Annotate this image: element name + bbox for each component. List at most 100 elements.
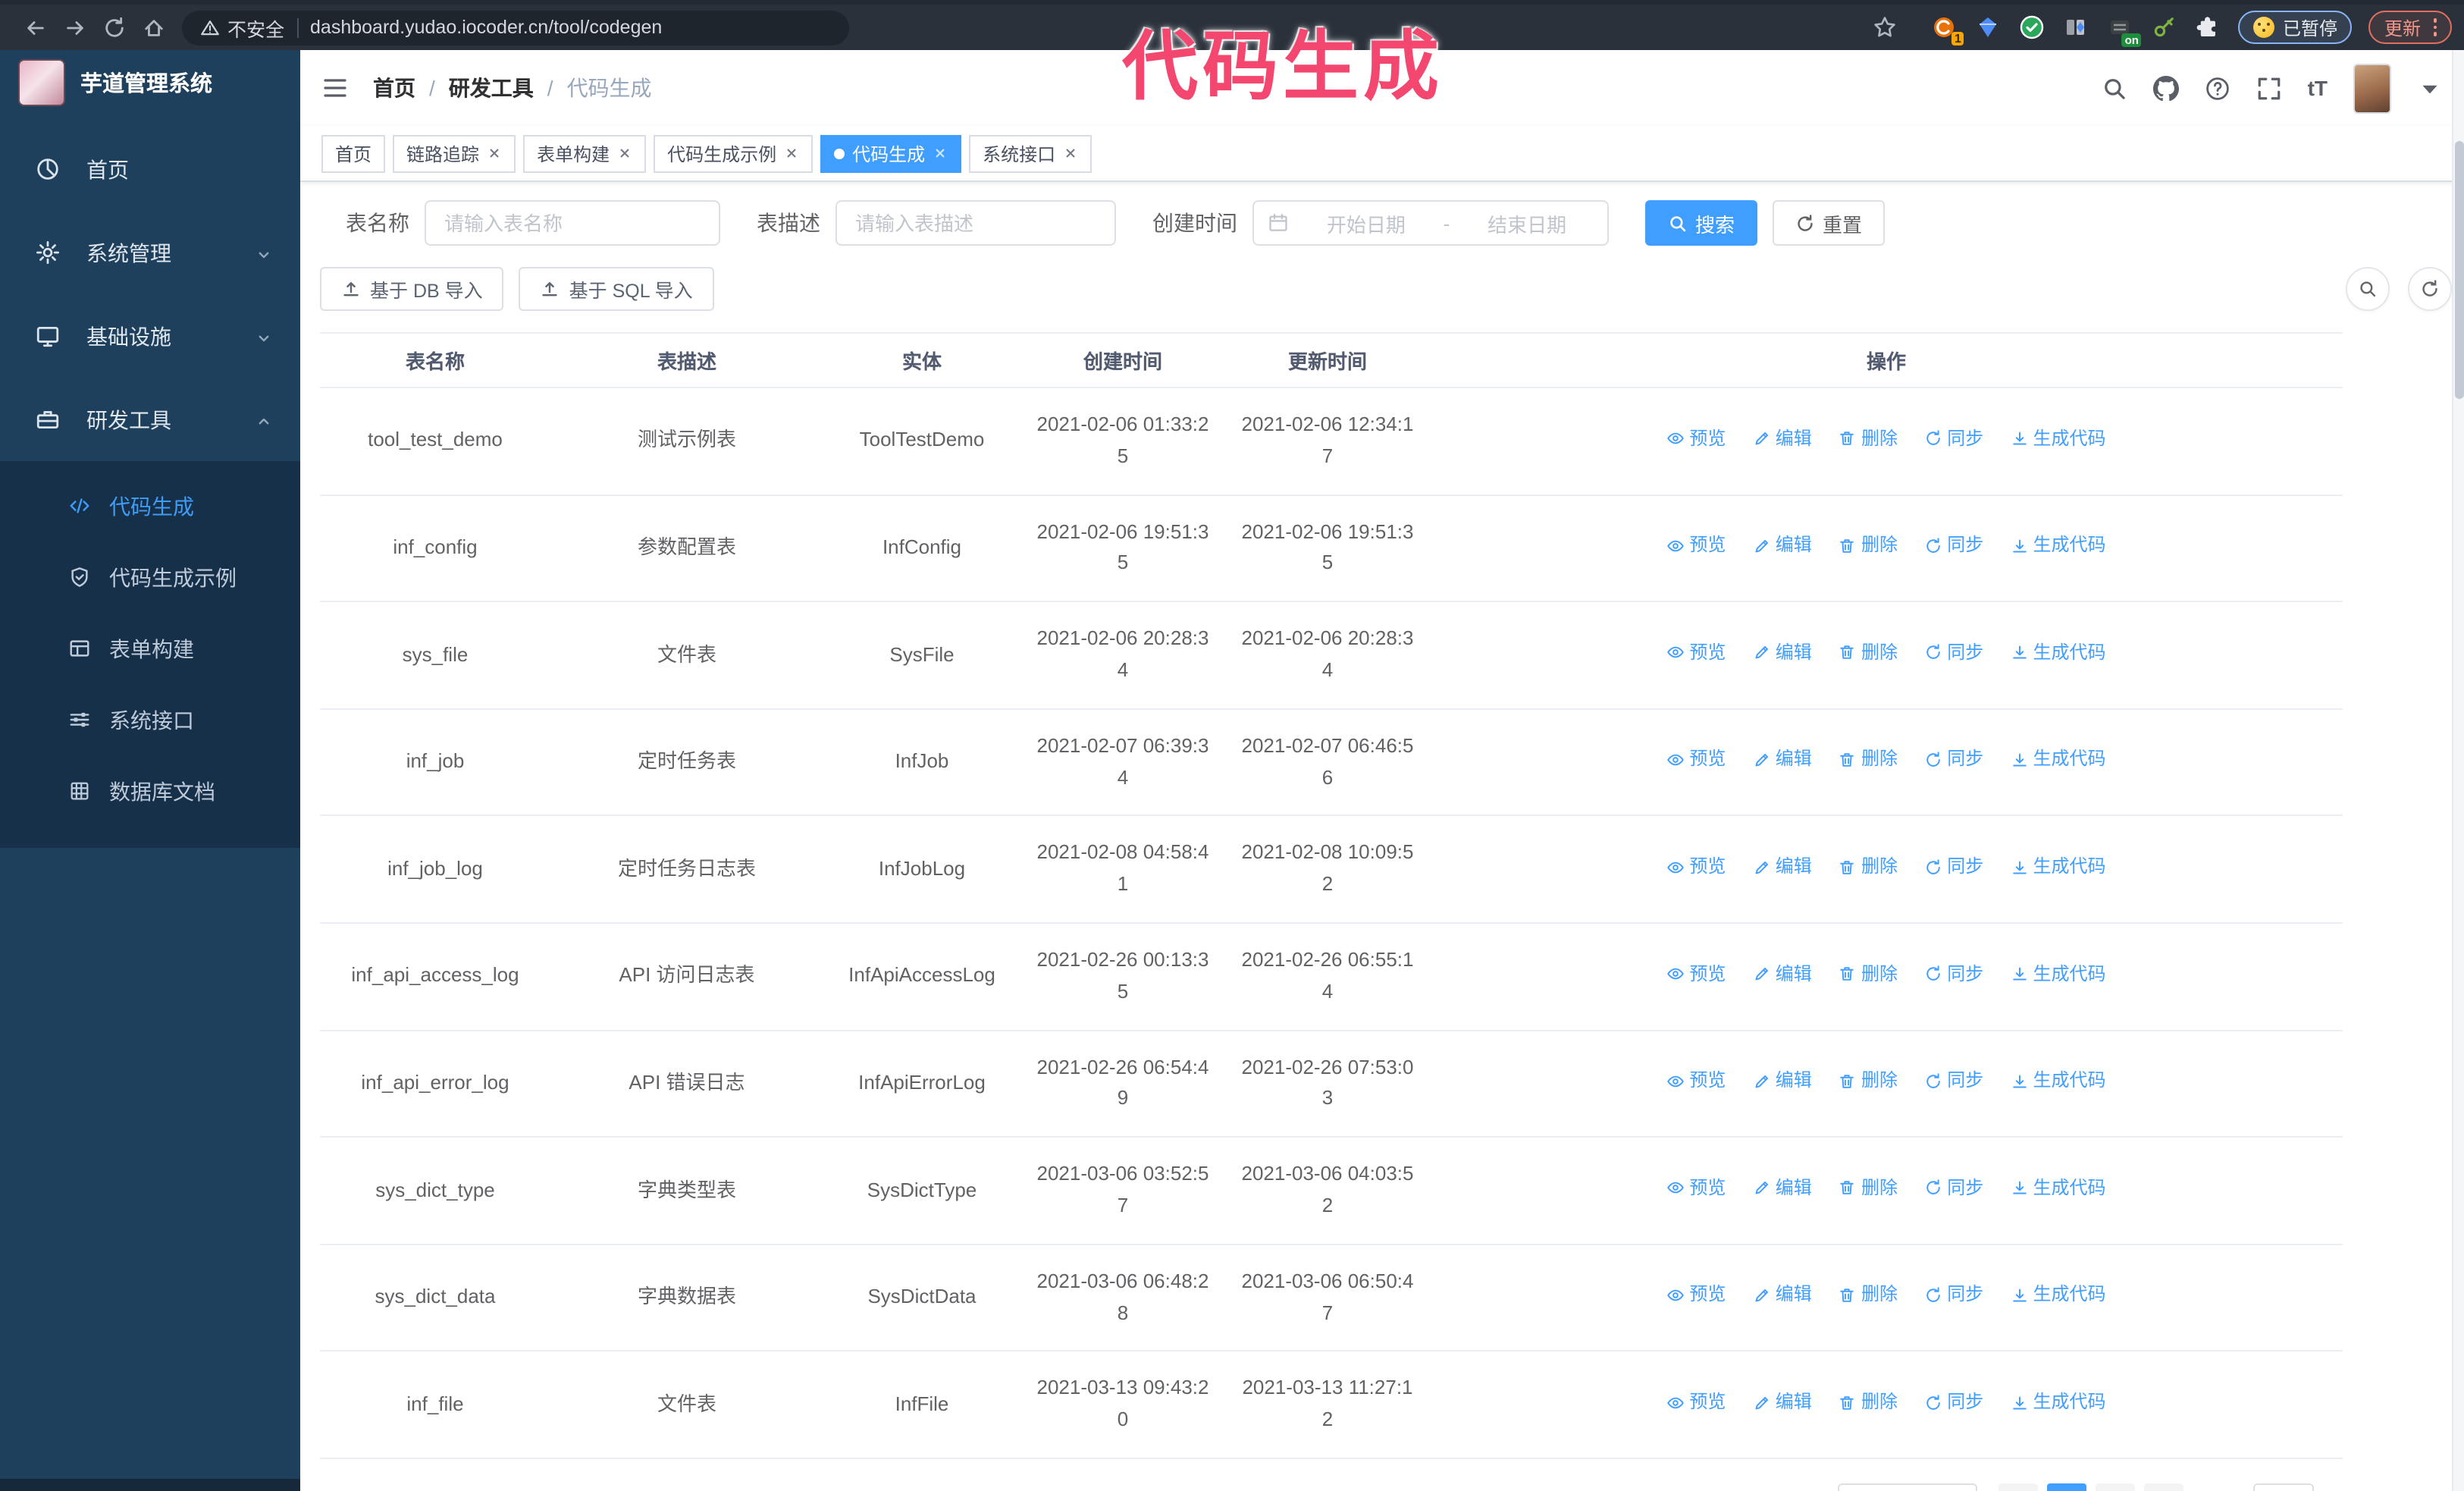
- edit-link[interactable]: 编辑: [1753, 1066, 1812, 1095]
- delete-link[interactable]: 删除: [1839, 639, 1898, 667]
- tag-tab[interactable]: 表单构建: [523, 134, 647, 172]
- edit-link[interactable]: 编辑: [1753, 424, 1812, 453]
- url-text[interactable]: dashboard.yudao.iocoder.cn/tool/codegen: [310, 17, 662, 38]
- sidebar-submenu-item[interactable]: 代码生成: [0, 470, 300, 541]
- bookmark-star-icon[interactable]: [1872, 14, 1899, 41]
- generate-code-link[interactable]: 生成代码: [2011, 424, 2106, 453]
- profile-paused-pill[interactable]: 已暂停: [2238, 11, 2353, 44]
- sidebar-submenu-item[interactable]: 表单构建: [0, 613, 300, 684]
- sidebar-menu-item[interactable]: 首页: [0, 127, 300, 211]
- tab-close-icon[interactable]: [1063, 146, 1078, 161]
- edit-link[interactable]: 编辑: [1753, 1388, 1812, 1417]
- generate-code-link[interactable]: 生成代码: [2011, 1281, 2106, 1310]
- sync-link[interactable]: 同步: [1924, 1066, 1983, 1095]
- delete-link[interactable]: 删除: [1839, 852, 1898, 881]
- header-search-icon[interactable]: [2102, 75, 2127, 101]
- delete-link[interactable]: 删除: [1839, 746, 1898, 774]
- help-icon[interactable]: [2205, 75, 2230, 101]
- sync-link[interactable]: 同步: [1924, 852, 1983, 881]
- preview-link[interactable]: 预览: [1666, 852, 1726, 881]
- edit-link[interactable]: 编辑: [1753, 746, 1812, 774]
- preview-link[interactable]: 预览: [1666, 1066, 1726, 1095]
- generate-code-link[interactable]: 生成代码: [2011, 746, 2106, 774]
- insecure-label[interactable]: 不安全: [227, 13, 284, 42]
- generate-code-link[interactable]: 生成代码: [2011, 1174, 2106, 1203]
- tag-tab[interactable]: 系统接口: [969, 134, 1092, 172]
- breadcrumb-tools[interactable]: 研发工具: [449, 73, 534, 103]
- page-number-button[interactable]: 1: [2046, 1483, 2086, 1491]
- preview-link[interactable]: 预览: [1666, 639, 1726, 667]
- edit-link[interactable]: 编辑: [1753, 531, 1812, 560]
- delete-link[interactable]: 删除: [1839, 1174, 1898, 1203]
- extension-proxy-icon[interactable]: on: [2107, 14, 2142, 47]
- edit-link[interactable]: 编辑: [1753, 639, 1812, 667]
- sidebar-submenu-item[interactable]: 代码生成示例: [0, 541, 300, 613]
- tag-tab[interactable]: 首页: [321, 134, 386, 172]
- collapse-sidebar-icon[interactable]: [321, 74, 349, 102]
- preview-link[interactable]: 预览: [1666, 1174, 1726, 1203]
- extension-key-icon[interactable]: [2151, 14, 2178, 41]
- preview-link[interactable]: 预览: [1666, 531, 1726, 560]
- goto-page-input[interactable]: [2252, 1483, 2314, 1491]
- page-scrollbar[interactable]: [2452, 50, 2464, 1491]
- edit-link[interactable]: 编辑: [1753, 852, 1812, 881]
- sidebar-logo-row[interactable]: 芋道管理系统: [0, 50, 300, 114]
- chrome-menu-icon[interactable]: [2433, 18, 2437, 36]
- next-page-button[interactable]: [2143, 1483, 2183, 1491]
- preview-link[interactable]: 预览: [1666, 1388, 1726, 1417]
- generate-code-link[interactable]: 生成代码: [2011, 1066, 2106, 1095]
- github-icon[interactable]: [2152, 75, 2179, 101]
- browser-home-icon[interactable]: [133, 8, 173, 47]
- refresh-table-button[interactable]: [2408, 267, 2452, 311]
- generate-code-link[interactable]: 生成代码: [2011, 852, 2106, 881]
- tab-close-icon[interactable]: [487, 146, 502, 161]
- preview-link[interactable]: 预览: [1666, 424, 1726, 453]
- sync-link[interactable]: 同步: [1924, 424, 1983, 453]
- delete-link[interactable]: 删除: [1839, 959, 1898, 988]
- extension-check-icon[interactable]: [2019, 14, 2046, 41]
- delete-link[interactable]: 删除: [1839, 1388, 1898, 1417]
- reset-button[interactable]: 重置: [1773, 200, 1886, 246]
- date-end-placeholder[interactable]: 结束日期: [1460, 209, 1594, 237]
- sidebar-menu-item[interactable]: 研发工具: [0, 378, 300, 461]
- delete-link[interactable]: 删除: [1839, 1281, 1898, 1310]
- tab-close-icon[interactable]: [784, 146, 799, 161]
- date-start-placeholder[interactable]: 开始日期: [1299, 209, 1433, 237]
- scrollbar-thumb[interactable]: [2455, 141, 2464, 399]
- sync-link[interactable]: 同步: [1924, 746, 1983, 774]
- date-range-picker[interactable]: 开始日期 - 结束日期: [1252, 200, 1609, 246]
- preview-link[interactable]: 预览: [1666, 959, 1726, 988]
- user-avatar[interactable]: [2353, 63, 2391, 113]
- sidebar-submenu-item[interactable]: 数据库文档: [0, 755, 300, 827]
- page-number-button[interactable]: 2: [2095, 1483, 2135, 1491]
- user-menu-caret-icon[interactable]: [2417, 75, 2443, 101]
- sidebar-menu-item[interactable]: 系统管理: [0, 211, 300, 294]
- sync-link[interactable]: 同步: [1924, 959, 1983, 988]
- tag-tab[interactable]: 链路追踪: [393, 134, 516, 172]
- sync-link[interactable]: 同步: [1924, 531, 1983, 560]
- table-name-input[interactable]: [425, 200, 720, 246]
- generate-code-link[interactable]: 生成代码: [2011, 531, 2106, 560]
- import-db-button[interactable]: 基于 DB 导入: [320, 267, 504, 311]
- toggle-search-button[interactable]: [2346, 267, 2390, 311]
- preview-link[interactable]: 预览: [1666, 746, 1726, 774]
- edit-link[interactable]: 编辑: [1753, 959, 1812, 988]
- extension-gem-icon[interactable]: [1975, 14, 2002, 41]
- generate-code-link[interactable]: 生成代码: [2011, 1388, 2106, 1417]
- import-sql-button[interactable]: 基于 SQL 导入: [519, 267, 714, 311]
- preview-link[interactable]: 预览: [1666, 1281, 1726, 1310]
- page-size-select[interactable]: 10条/页: [1837, 1483, 1977, 1491]
- sync-link[interactable]: 同步: [1924, 639, 1983, 667]
- tag-tab[interactable]: 代码生成示例: [654, 134, 813, 172]
- sync-link[interactable]: 同步: [1924, 1281, 1983, 1310]
- chrome-update-button[interactable]: 更新: [2368, 11, 2452, 44]
- prev-page-button[interactable]: [1998, 1483, 2038, 1491]
- generate-code-link[interactable]: 生成代码: [2011, 959, 2106, 988]
- table-desc-input[interactable]: [835, 200, 1116, 246]
- font-size-icon[interactable]: tT: [2308, 76, 2328, 100]
- sidebar-submenu-item[interactable]: 系统接口: [0, 684, 300, 755]
- address-bar[interactable]: 不安全 dashboard.yudao.iocoder.cn/tool/code…: [182, 10, 849, 45]
- extension-orange-icon[interactable]: 1: [1931, 14, 1964, 46]
- delete-link[interactable]: 删除: [1839, 424, 1898, 453]
- sync-link[interactable]: 同步: [1924, 1388, 1983, 1417]
